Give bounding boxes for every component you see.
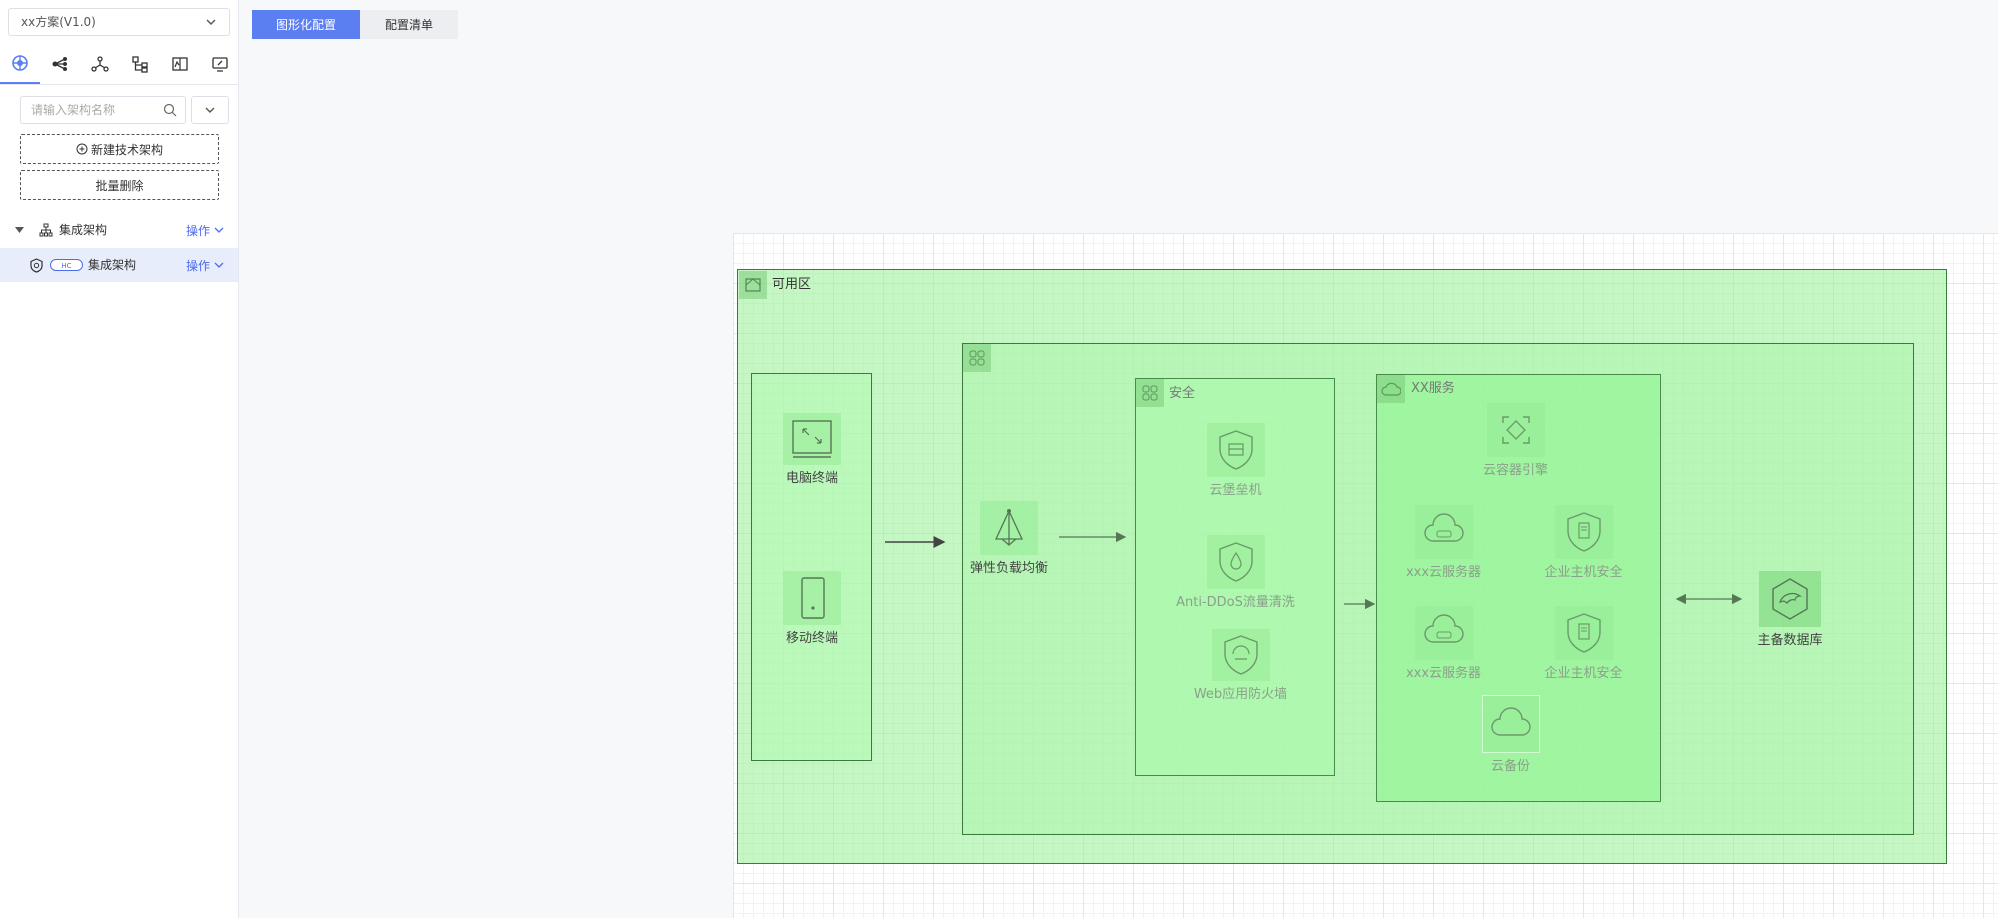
filter-dropdown-button[interactable] bbox=[191, 96, 229, 124]
tree-node-actions[interactable]: 操作 bbox=[186, 213, 224, 247]
search-icon[interactable] bbox=[163, 103, 177, 117]
new-architecture-label: 新建技术架构 bbox=[90, 142, 163, 157]
batch-delete-button[interactable]: 批量删除 bbox=[20, 170, 219, 200]
chevron-down-icon bbox=[214, 262, 224, 268]
topology-tab-icon bbox=[91, 56, 109, 72]
batch-delete-label: 批量删除 bbox=[95, 178, 144, 193]
diagram-canvas[interactable]: 可用区 电脑终端 移动终端 弹性负载均衡 安全 云堡垒机 Anti-DDoS流量… bbox=[733, 233, 1998, 918]
sidebar: xx方案(V1.0) 新建技术架构 批量删除 bbox=[0, 0, 239, 918]
chevron-down-icon bbox=[205, 107, 215, 113]
monitor-tab-icon bbox=[212, 57, 228, 72]
search-input[interactable] bbox=[21, 97, 161, 123]
tab-flow[interactable] bbox=[40, 44, 80, 84]
add-circle-icon bbox=[76, 143, 88, 155]
report-tab-icon bbox=[172, 57, 188, 71]
architecture-tab-icon bbox=[12, 55, 28, 71]
shield-badge-icon bbox=[30, 258, 43, 273]
icon-tab-bar bbox=[0, 44, 238, 85]
actions-label: 操作 bbox=[185, 223, 210, 238]
tab-hierarchy[interactable] bbox=[120, 44, 160, 84]
org-tree-icon bbox=[39, 223, 53, 237]
flow-tab-icon bbox=[52, 57, 67, 71]
scheme-select-value: xx方案(V1.0) bbox=[21, 15, 96, 29]
tab-report[interactable] bbox=[160, 44, 200, 84]
tree-node-item[interactable]: HC 集成架构 操作 bbox=[0, 248, 238, 282]
tab-config-list[interactable]: 配置清单 bbox=[360, 10, 458, 39]
chevron-down-icon bbox=[206, 19, 216, 25]
tree-node-actions[interactable]: 操作 bbox=[186, 248, 224, 282]
actions-label: 操作 bbox=[185, 258, 210, 273]
hierarchy-tab-icon bbox=[132, 56, 148, 73]
scheme-select[interactable]: xx方案(V1.0) bbox=[8, 8, 230, 36]
svg-text:HC: HC bbox=[61, 262, 71, 270]
tab-graphical-config[interactable]: 图形化配置 bbox=[252, 10, 360, 39]
search-field[interactable] bbox=[20, 96, 186, 124]
tab-architecture[interactable] bbox=[0, 44, 40, 84]
tab-topology[interactable] bbox=[80, 44, 120, 84]
connector-layer bbox=[885, 531, 1743, 610]
new-architecture-button[interactable]: 新建技术架构 bbox=[20, 134, 219, 164]
caret-down-icon[interactable] bbox=[15, 226, 24, 234]
tab-monitor[interactable] bbox=[200, 44, 240, 84]
tree-node-group[interactable]: 集成架构 操作 bbox=[0, 213, 238, 247]
hc-tag-icon: HC bbox=[50, 259, 83, 271]
tree-node-label: 集成架构 bbox=[59, 223, 108, 237]
chevron-down-icon bbox=[214, 227, 224, 233]
tree-node-label: 集成架构 bbox=[88, 258, 137, 272]
